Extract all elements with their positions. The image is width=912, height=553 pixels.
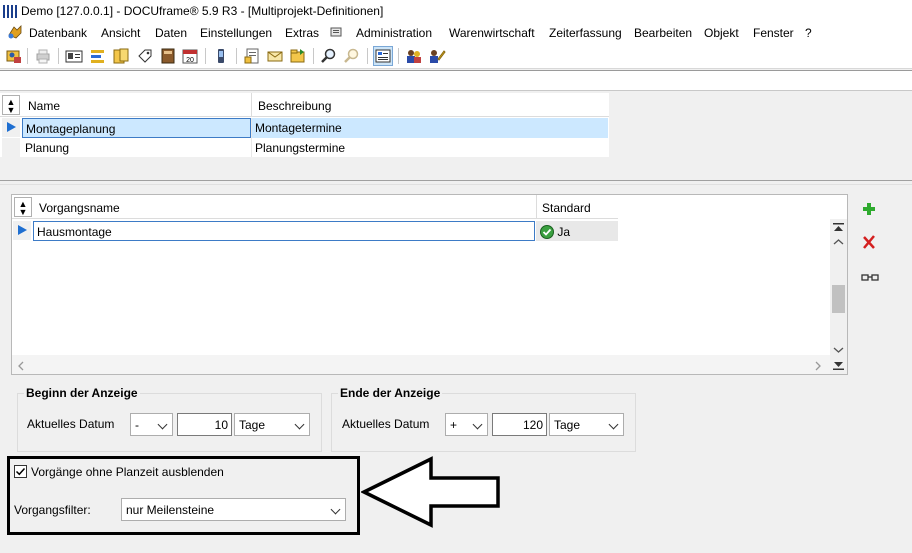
folder-icon[interactable] — [112, 47, 130, 65]
scroll-up-icon[interactable] — [833, 235, 844, 245]
print-icon[interactable] — [34, 47, 52, 65]
view-icon[interactable] — [373, 46, 393, 66]
table-cell-standard[interactable]: Ja — [536, 221, 618, 241]
tag-icon[interactable] — [136, 47, 154, 65]
scroll-right-icon[interactable] — [814, 360, 822, 371]
scroll-thumb[interactable] — [832, 285, 845, 313]
start-unit-select[interactable]: Tage — [234, 413, 310, 436]
end-unit-select[interactable]: Tage — [549, 413, 624, 436]
add-icon[interactable] — [861, 201, 877, 217]
phone-icon[interactable] — [212, 47, 230, 65]
menu-bar: Datenbank Ansicht Daten Einstellungen Ex… — [0, 22, 912, 43]
start-group-title: Beginn der Anzeige — [24, 386, 140, 400]
menu-admin-icon[interactable] — [330, 27, 342, 38]
menu-administration[interactable]: Administration — [356, 26, 432, 40]
vertical-scrollbar[interactable] — [830, 219, 847, 374]
splitter[interactable] — [0, 180, 912, 185]
chevron-down-icon — [294, 419, 305, 430]
table-cell-description[interactable]: Planungstermine — [252, 138, 608, 158]
start-display-group: Beginn der Anzeige Aktuelles Datum - 10 … — [17, 386, 322, 452]
scroll-left-icon[interactable] — [17, 360, 25, 371]
sort-icon[interactable]: ▲ ▼ — [14, 197, 32, 217]
menu-help[interactable]: ? — [805, 26, 812, 40]
menu-objekt[interactable]: Objekt — [704, 26, 739, 40]
row-indicator[interactable] — [2, 138, 20, 157]
search-icon[interactable] — [320, 47, 338, 65]
menu-fenster[interactable]: Fenster — [753, 26, 794, 40]
chevron-down-icon — [472, 419, 483, 430]
app-icon — [3, 5, 17, 18]
highlight-box — [7, 456, 360, 535]
delete-icon[interactable] — [861, 234, 877, 250]
document-icon[interactable] — [243, 47, 261, 65]
scroll-down-icon[interactable] — [833, 343, 844, 353]
scroll-bottom-icon[interactable] — [833, 359, 844, 370]
column-header-beschreibung[interactable]: Beschreibung — [258, 99, 331, 113]
window-title: Demo [127.0.0.1] - DOCUframe® 5.9 R3 - [… — [21, 4, 384, 18]
search-disabled-icon[interactable] — [343, 47, 361, 65]
start-sign-select[interactable]: - — [130, 413, 173, 436]
arrow-left-icon — [360, 456, 501, 528]
end-days-input[interactable]: 120 — [492, 413, 547, 436]
menu-bearbeiten[interactable]: Bearbeiten — [634, 26, 692, 40]
menu-extras[interactable]: Extras — [285, 26, 319, 40]
calendar-label: 20 — [186, 57, 194, 64]
row-indicator[interactable] — [13, 221, 31, 240]
toolbar: 20 — [0, 43, 912, 69]
menu-ansicht[interactable]: Ansicht — [101, 26, 140, 40]
menu-warenwirtschaft[interactable]: Warenwirtschaft — [449, 26, 535, 40]
table-cell-name[interactable]: Planung — [22, 138, 251, 158]
users-edit-icon[interactable] — [428, 47, 446, 65]
table-cell-vorgangsname[interactable]: Hausmontage — [33, 221, 535, 241]
mail-icon[interactable] — [266, 47, 284, 65]
menu-app-icon[interactable] — [7, 25, 23, 40]
process-grid: ▲ ▼ Vorgangsname Standard Hausmontage Ja — [11, 194, 848, 375]
horizontal-scrollbar[interactable] — [12, 355, 830, 374]
check-circle-icon — [540, 224, 554, 239]
end-date-label: Aktuelles Datum — [342, 417, 430, 431]
calendar-icon[interactable]: 20 — [181, 47, 199, 65]
process-grid-header: ▲ ▼ Vorgangsname Standard — [12, 195, 618, 219]
column-header-vorgangsname[interactable]: Vorgangsname — [39, 201, 120, 215]
menu-daten[interactable]: Daten — [155, 26, 187, 40]
chevron-down-icon — [608, 419, 619, 430]
title-bar: Demo [127.0.0.1] - DOCUframe® 5.9 R3 - [… — [0, 0, 912, 22]
list-icon[interactable] — [89, 47, 107, 65]
start-date-label: Aktuelles Datum — [27, 417, 115, 431]
user-icon[interactable] — [5, 47, 23, 65]
chevron-down-icon — [157, 419, 168, 430]
folder-open-icon[interactable] — [289, 47, 307, 65]
book-icon[interactable] — [159, 47, 177, 65]
end-sign-select[interactable]: + — [445, 413, 488, 436]
row-indicator[interactable] — [2, 118, 20, 137]
project-grid: ▲ ▼ Name Beschreibung Montageplanung Mont… — [0, 93, 609, 157]
standard-value: Ja — [557, 224, 571, 239]
scroll-top-icon[interactable] — [833, 222, 844, 232]
column-header-name[interactable]: Name — [28, 99, 60, 113]
start-days-input[interactable]: 10 — [177, 413, 232, 436]
search-strip[interactable] — [0, 70, 912, 91]
table-cell-description[interactable]: Montagetermine — [252, 118, 608, 138]
glasses-icon[interactable] — [861, 272, 879, 284]
project-grid-header: ▲ ▼ Name Beschreibung — [0, 93, 609, 117]
menu-datenbank[interactable]: Datenbank — [29, 26, 87, 40]
users-icon[interactable] — [405, 47, 423, 65]
column-header-standard[interactable]: Standard — [542, 201, 591, 215]
sort-icon[interactable]: ▲ ▼ — [2, 95, 20, 115]
card-icon[interactable] — [65, 47, 83, 65]
menu-zeiterfassung[interactable]: Zeiterfassung — [549, 26, 622, 40]
end-display-group: Ende der Anzeige Aktuelles Datum + 120 T… — [331, 386, 636, 452]
end-group-title: Ende der Anzeige — [338, 386, 443, 400]
menu-einstellungen[interactable]: Einstellungen — [200, 26, 272, 40]
table-cell-name[interactable]: Montageplanung — [22, 118, 251, 138]
